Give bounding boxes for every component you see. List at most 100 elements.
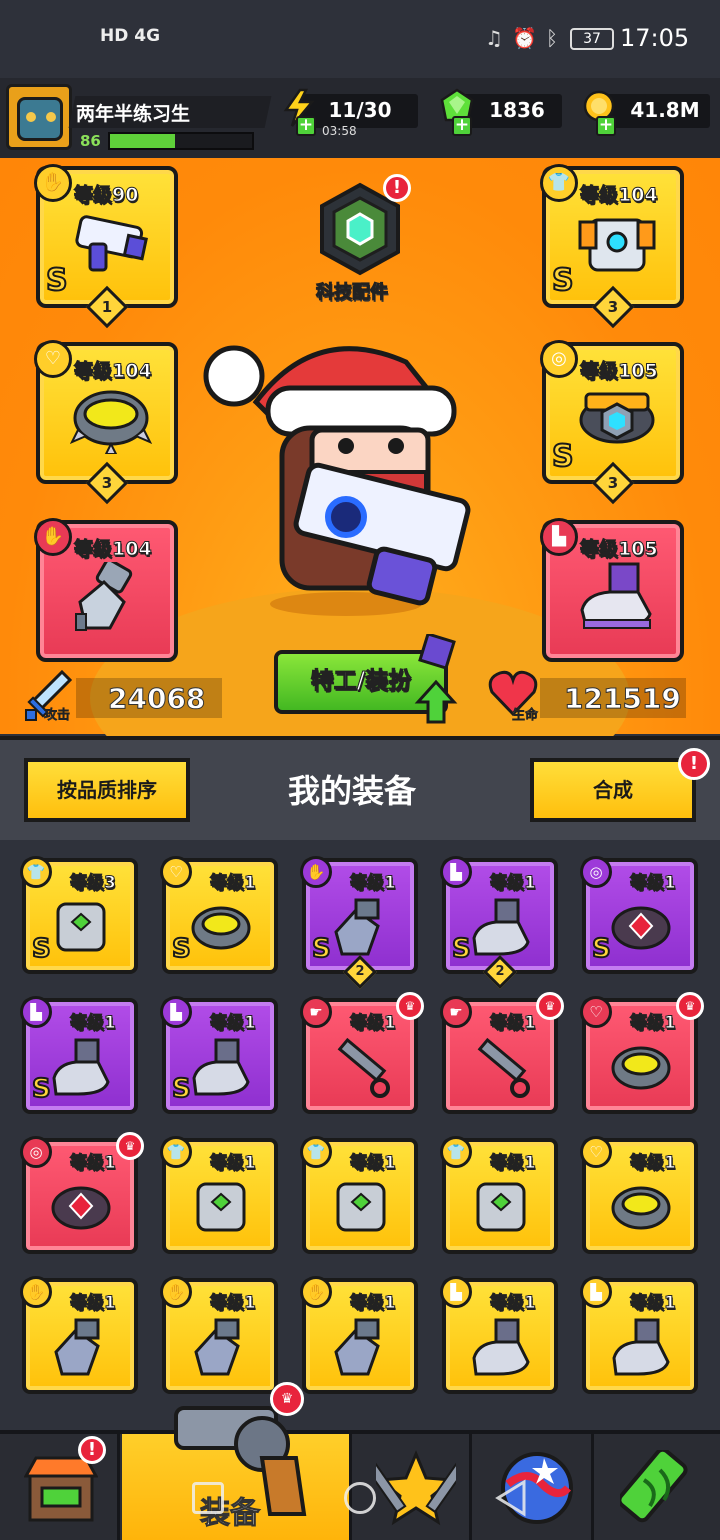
equipment-item[interactable]: ✋ 等级1 S 2 xyxy=(300,856,418,989)
attack-label: 攻击 xyxy=(44,708,71,724)
crown-badge-icon: ♛ xyxy=(536,992,564,1020)
weapon-item-icon xyxy=(337,1037,390,1098)
equipped-belt-slot[interactable]: ◎ 等级105 S 3 xyxy=(540,340,684,505)
back-button-icon[interactable] xyxy=(494,1478,530,1518)
item-grade: S xyxy=(311,933,332,965)
equipment-item[interactable]: 👕 等级3 S xyxy=(20,856,138,974)
equipment-item[interactable]: ◎ 等级1 S xyxy=(580,856,698,974)
equipment-item[interactable]: ✋ 等级1 xyxy=(300,1276,418,1394)
equipped-necklace-slot[interactable]: ♡ 等级104 3 xyxy=(34,340,178,505)
equipped-armor-grade: S xyxy=(551,262,575,299)
equipment-item[interactable]: ▙ 等级1 xyxy=(580,1276,698,1394)
nav-world-tab[interactable] xyxy=(474,1434,594,1540)
boots-category-icon: ▙ xyxy=(440,1276,472,1308)
equipped-weapon-slot[interactable]: ✋ 等级90 S 1 xyxy=(34,164,178,329)
boots-item-icon xyxy=(612,1318,670,1376)
equipment-item[interactable]: ♡ 等级1 S xyxy=(160,856,278,974)
necklace-item-icon xyxy=(611,1046,671,1090)
add-gems-button[interactable]: + xyxy=(452,116,472,136)
spiked-collar-icon xyxy=(70,390,152,454)
merge-button[interactable]: 合成 xyxy=(530,758,696,822)
tech-alert-badge: ! xyxy=(383,174,411,202)
nav-gene-tab[interactable] xyxy=(598,1434,718,1540)
item-level: 等级1 xyxy=(350,1013,397,1034)
gloves-item-icon xyxy=(194,1318,240,1376)
necklace-item-icon xyxy=(611,1186,671,1230)
battery-indicator: 37 xyxy=(570,28,614,50)
headphones-icon: ♫ xyxy=(485,26,503,50)
equipment-item[interactable]: 👕 等级1 xyxy=(160,1136,278,1254)
shop-alert-badge: ! xyxy=(78,1436,106,1464)
attack-value: 24068 xyxy=(107,682,206,716)
equipped-gloves-slot[interactable]: ✋ 等级104 xyxy=(34,518,178,662)
home-button[interactable] xyxy=(344,1482,376,1514)
necklace-category-icon: ♡ xyxy=(34,340,72,378)
gloves-category-icon: ✋ xyxy=(300,1276,332,1308)
add-energy-button[interactable]: + xyxy=(296,116,316,136)
player-level: 86 xyxy=(80,132,101,150)
nav-equipment-tab[interactable]: ♛ 装备 xyxy=(122,1382,352,1540)
equipment-item[interactable]: ▙ 等级1 S 2 xyxy=(440,856,558,989)
item-level: 等级1 xyxy=(350,1293,397,1314)
xp-bar xyxy=(108,132,254,150)
equipped-weapon-grade: S xyxy=(45,262,69,299)
equipment-item[interactable]: 👕 等级1 xyxy=(440,1136,558,1254)
energy-value: 11/30 xyxy=(328,98,392,122)
gloves-category-icon: ✋ xyxy=(160,1276,192,1308)
item-level: 等级1 xyxy=(70,1153,117,1174)
gloves-category-icon: ✋ xyxy=(20,1276,52,1308)
avatar-face-icon xyxy=(17,97,63,141)
equipped-gloves-level: 等级104 xyxy=(74,538,153,561)
tech-parts-label: 科技配件 xyxy=(316,282,389,304)
gloves-item-icon xyxy=(334,1318,380,1376)
equipment-item[interactable]: ◎ 等级1 ♛ xyxy=(20,1132,144,1254)
gem-counter[interactable]: 1836 xyxy=(462,94,562,128)
necklace-category-icon: ♡ xyxy=(580,996,612,1028)
equipment-item[interactable]: ☛ 等级1 ♛ xyxy=(440,992,564,1114)
armor-item-icon xyxy=(476,1182,526,1232)
coin-counter[interactable]: 41.8M xyxy=(606,94,710,128)
sort-by-quality-button[interactable]: 按品质排序 xyxy=(24,758,190,822)
boots-category-icon: ▙ xyxy=(580,1276,612,1308)
armor-category-icon: 👕 xyxy=(440,1136,472,1168)
item-grade: S xyxy=(591,933,612,965)
item-level: 等级1 xyxy=(210,1013,257,1034)
equipment-item[interactable]: ✋ 等级1 xyxy=(160,1276,278,1394)
equipment-item[interactable]: ♡ 等级1 xyxy=(580,1136,698,1254)
equipment-item[interactable]: 👕 等级1 xyxy=(300,1136,418,1254)
belt-item-icon xyxy=(51,1186,111,1230)
item-grade: S xyxy=(171,1073,192,1105)
equipped-weapon-level: 等级90 xyxy=(73,184,139,207)
armor-item-icon xyxy=(56,902,106,952)
crossed-swords-star-icon xyxy=(376,1450,456,1526)
energy-counter[interactable]: 11/30 xyxy=(302,94,418,128)
item-level: 等级1 xyxy=(630,1153,677,1174)
necklace-category-icon: ♡ xyxy=(580,1136,612,1168)
equipment-item[interactable]: ▙ 等级1 xyxy=(440,1276,558,1394)
clock: 17:05 xyxy=(620,24,690,52)
boots-category-icon: ▙ xyxy=(160,996,192,1028)
equipment-item[interactable]: ✋ 等级1 xyxy=(20,1276,138,1394)
status-bar: HD 4G ♫ ⏰ ᛒ 37 17:05 xyxy=(0,0,720,80)
mech-armor-icon xyxy=(578,218,656,272)
weapon-category-icon: ☛ xyxy=(300,996,332,1028)
item-level: 等级1 xyxy=(350,873,397,894)
my-equipment-title: 我的装备 xyxy=(288,772,417,810)
boots-item-icon xyxy=(472,898,530,956)
recent-apps-button[interactable] xyxy=(192,1482,224,1514)
equipment-item[interactable]: ♡ 等级1 ♛ xyxy=(580,992,704,1114)
equipment-item[interactable]: ▙ 等级1 S xyxy=(20,996,138,1114)
add-coins-button[interactable]: + xyxy=(596,116,616,136)
equipment-item[interactable]: ▙ 等级1 S xyxy=(160,996,278,1114)
hero-character-image xyxy=(203,345,471,616)
equipment-item[interactable]: ☛ 等级1 ♛ xyxy=(300,992,424,1114)
belt-category-icon: ◎ xyxy=(20,1136,52,1168)
player-avatar[interactable] xyxy=(6,84,72,150)
equipped-boots-slot[interactable]: ▙ 等级105 xyxy=(540,518,684,662)
equipped-armor-slot[interactable]: 👕 等级104 S 3 xyxy=(540,164,684,329)
armor-category-icon: 👕 xyxy=(540,164,578,202)
nav-shop-tab[interactable]: ! xyxy=(0,1434,120,1540)
item-level: 等级1 xyxy=(350,1153,397,1174)
gauntlet-icon xyxy=(75,562,133,631)
armor-category-icon: 👕 xyxy=(160,1136,192,1168)
